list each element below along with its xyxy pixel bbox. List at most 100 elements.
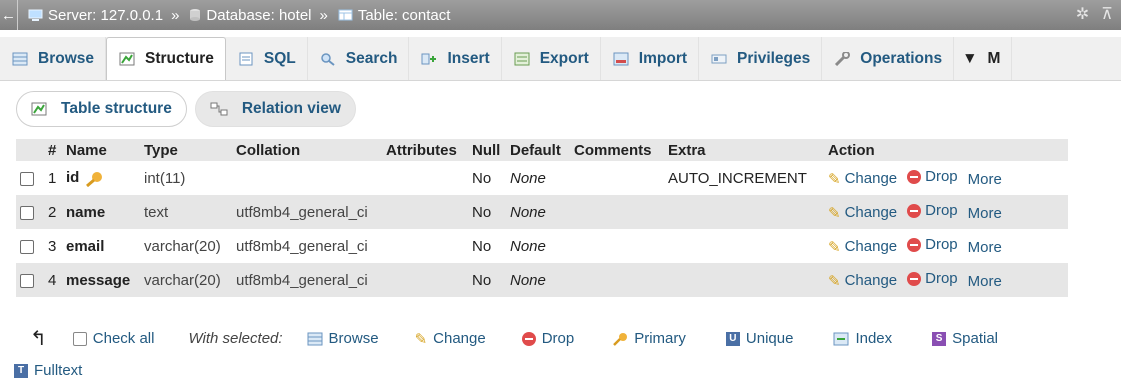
table-row[interactable]: 4 message varchar(20) utf8mb4_general_ci No N… [16,263,1068,297]
bulk-browse-label[interactable]: Browse [329,330,379,347]
drop-label[interactable]: Drop [925,270,958,287]
header-collation[interactable]: Collation [232,139,382,161]
breadcrumb-server-label[interactable]: Server: 127.0.0.1 [48,7,163,24]
row-name: message [66,271,131,289]
change-button[interactable]: ✎ Change [828,204,897,222]
tab-more[interactable]: ▼ M [954,37,1013,80]
drop-button[interactable]: Drop [907,168,958,185]
tab-insert[interactable]: Insert [409,37,502,80]
change-button[interactable]: ✎ Change [828,272,897,290]
row-select-cell[interactable] [16,195,44,229]
row-name-cell: message [62,263,140,297]
bulk-unique-label[interactable]: Unique [746,330,794,347]
bulk-index-button[interactable]: Index [833,330,892,347]
collapse-icon[interactable]: ⊼ [1101,4,1113,24]
server-icon [28,9,43,21]
table-row[interactable]: 1 id int(11) No None AUTO_INCREMENT ✎ Change Dro… [16,161,1068,195]
breadcrumb-database[interactable]: Database: hotel [189,7,312,24]
browse-icon [307,332,323,345]
more-button[interactable]: More [968,239,1002,256]
gear-icon[interactable]: ✲ [1076,4,1089,24]
bulk-drop-label[interactable]: Drop [542,330,575,347]
bulk-browse-button[interactable]: Browse [307,330,379,347]
subtab-table-structure[interactable]: Table structure [16,91,187,127]
tab-export[interactable]: Export [502,37,601,80]
row-checkbox[interactable] [20,171,34,186]
row-checkbox[interactable] [20,205,34,220]
change-button[interactable]: ✎ Change [828,170,897,188]
check-all-checkbox[interactable] [72,331,87,346]
drop-label[interactable]: Drop [925,236,958,253]
check-all-label[interactable]: Check all [93,330,155,347]
change-button[interactable]: ✎ Change [828,238,897,256]
row-default: None [506,161,570,195]
row-collation [232,161,382,195]
drop-button[interactable]: Drop [907,202,958,219]
breadcrumb-database-label[interactable]: Database: hotel [206,7,311,24]
more-label[interactable]: More [968,205,1002,222]
header-comments[interactable]: Comments [570,139,664,161]
browse-icon [12,52,28,65]
tab-operations[interactable]: Operations [822,37,955,80]
breadcrumb-table-label[interactable]: Table: contact [358,7,451,24]
header-null[interactable]: Null [468,139,506,161]
drop-label[interactable]: Drop [925,168,958,185]
bulk-fulltext-label[interactable]: Fulltext [34,362,82,379]
check-all[interactable]: Check all [72,330,155,347]
drop-button[interactable]: Drop [907,270,958,287]
bulk-spatial-label[interactable]: Spatial [952,330,998,347]
row-default: None [506,263,570,297]
pencil-icon: ✎ [414,330,428,348]
export-icon [514,52,530,65]
change-label[interactable]: Change [845,204,898,221]
more-button[interactable]: More [968,273,1002,290]
bulk-fulltext-button[interactable]: T Fulltext [14,362,82,379]
more-button[interactable]: More [968,205,1002,222]
drop-button[interactable]: Drop [907,236,958,253]
bulk-primary-label[interactable]: Primary [634,330,686,347]
breadcrumb-server[interactable]: Server: 127.0.0.1 [28,7,163,24]
bulk-change-label[interactable]: Change [433,330,486,347]
header-action: Action [824,139,1068,161]
change-label[interactable]: Change [845,238,898,255]
bulk-spatial-button[interactable]: S Spatial [932,330,998,347]
row-select-cell[interactable] [16,263,44,297]
tab-label: Browse [38,49,94,67]
row-select-cell[interactable] [16,229,44,263]
breadcrumb-table[interactable]: Table: contact [338,7,451,24]
row-checkbox[interactable] [20,239,34,254]
drop-label[interactable]: Drop [925,202,958,219]
bulk-index-label[interactable]: Index [855,330,892,347]
tab-search[interactable]: Search [308,37,410,80]
table-row[interactable]: 3 email varchar(20) utf8mb4_general_ci No Non… [16,229,1068,263]
row-name: id [66,169,80,187]
fulltext-icon: T [14,363,28,378]
more-label[interactable]: More [968,273,1002,290]
more-label[interactable]: More [968,171,1002,188]
more-label[interactable]: More [968,239,1002,256]
bulk-unique-button[interactable]: U Unique [725,330,794,347]
bulk-change-button[interactable]: ✎ Change [415,330,486,348]
row-select-cell[interactable] [16,161,44,195]
arrow-left-icon[interactable]: ← [0,0,18,30]
header-extra[interactable]: Extra [664,139,824,161]
tab-sql[interactable]: SQL [226,37,308,80]
change-label[interactable]: Change [845,170,898,187]
table-row[interactable]: 2 name text utf8mb4_general_ci No None ✎ Change… [16,195,1068,229]
row-checkbox[interactable] [20,273,34,288]
header-attributes[interactable]: Attributes [382,139,468,161]
bulk-primary-button[interactable]: Primary [612,330,686,347]
header-type[interactable]: Type [140,139,232,161]
tab-structure[interactable]: Structure [106,37,226,80]
tab-import[interactable]: Import [601,37,700,80]
tab-browse[interactable]: Browse [0,37,106,80]
row-actions: ✎ Change Drop More [824,195,1068,229]
change-label[interactable]: Change [845,272,898,289]
subtab-relation-view[interactable]: Relation view [194,91,356,127]
header-default[interactable]: Default [506,139,570,161]
more-button[interactable]: More [968,171,1002,188]
operations-icon [835,51,851,66]
bulk-drop-button[interactable]: Drop [521,330,575,347]
header-name[interactable]: Name [62,139,140,161]
tab-privileges[interactable]: Privileges [699,37,823,80]
